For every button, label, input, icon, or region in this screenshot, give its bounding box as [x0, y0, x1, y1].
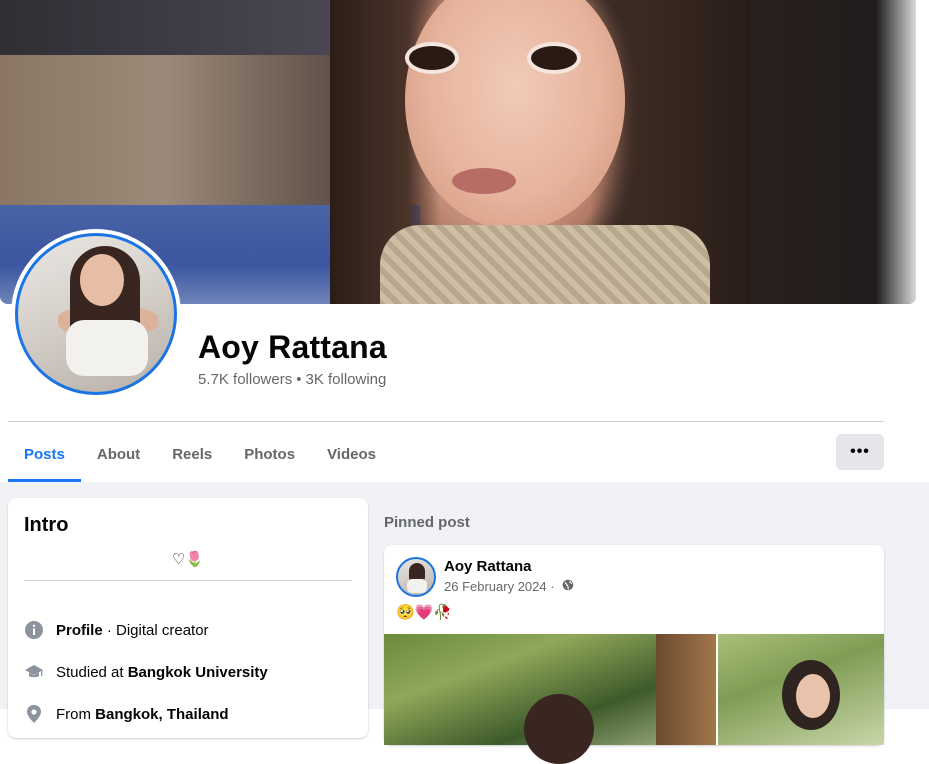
more-options-button[interactable]: ••• [836, 434, 884, 470]
following-link[interactable]: 3K following [305, 371, 386, 388]
post-photo-2[interactable] [718, 634, 884, 745]
cover-eye-left [405, 42, 459, 74]
intro-profile-category: · Digital creator [102, 621, 209, 639]
followers-link[interactable]: 5.7K followers [198, 371, 292, 388]
location-pin-icon [24, 704, 44, 724]
post-photo-1[interactable] [384, 634, 716, 764]
content-area: Intro ♡🌷 Profile · Digital creator Studi… [0, 482, 929, 764]
post-author-name[interactable]: Aoy Rattana [444, 558, 532, 575]
intro-hometown-prefix: From [56, 705, 96, 723]
cover-mouth [452, 168, 516, 194]
profile-name: Aoy Rattana [198, 329, 387, 365]
stats-separator: • [296, 371, 302, 388]
post-photo-2-face [796, 674, 830, 718]
cover-dress [380, 225, 710, 304]
post-date[interactable]: 26 February 2024 [444, 579, 547, 594]
profile-stats: 5.7K followers • 3K following [198, 371, 386, 388]
post-photo-1-subject [524, 694, 594, 764]
intro-bio: ♡🌷 [171, 551, 205, 568]
cover-edge-glow [876, 0, 916, 304]
post-author-avatar[interactable] [396, 557, 436, 597]
tab-reels[interactable]: Reels [156, 426, 228, 482]
tab-videos[interactable]: Videos [311, 426, 392, 482]
graduation-cap-icon [24, 662, 44, 682]
intro-profile-label: Profile [56, 621, 103, 639]
cover-background-shelf [0, 0, 330, 55]
post-meta: 26 February 2024 · [444, 579, 574, 594]
intro-row-profile: Profile · Digital creator [24, 618, 209, 642]
intro-hometown-place[interactable]: Bangkok, Thailand [95, 706, 228, 723]
tab-about[interactable]: About [81, 426, 156, 482]
tab-posts[interactable]: Posts [8, 426, 81, 482]
post-meta-separator: · [546, 579, 559, 594]
cover-eye-right [527, 42, 581, 74]
pinned-post-card: Aoy Rattana 26 February 2024 · 🥺💗🥀 [384, 545, 884, 764]
intro-card: Intro ♡🌷 Profile · Digital creator Studi… [8, 498, 368, 738]
avatar-face [80, 254, 124, 306]
intro-education-school[interactable]: Bangkok University [128, 664, 268, 681]
intro-title: Intro [24, 514, 69, 536]
intro-education-prefix: Studied at [56, 663, 128, 681]
post-avatar-top [407, 579, 427, 593]
intro-row-hometown: From Bangkok, Thailand [24, 702, 229, 726]
intro-row-education: Studied at Bangkok University [24, 660, 268, 684]
post-photo-1-door [656, 634, 716, 745]
info-icon [24, 620, 44, 640]
avatar-top [66, 320, 148, 376]
tab-photos[interactable]: Photos [228, 426, 311, 482]
header-divider [8, 421, 884, 422]
profile-avatar[interactable] [15, 233, 177, 395]
post-text: 🥺💗🥀 [396, 604, 453, 621]
intro-divider [24, 580, 352, 581]
pinned-post-label: Pinned post [384, 514, 470, 531]
profile-tabs: Posts About Reels Photos Videos [8, 426, 392, 482]
globe-icon [562, 579, 574, 594]
profile-avatar-ring[interactable] [11, 229, 181, 399]
